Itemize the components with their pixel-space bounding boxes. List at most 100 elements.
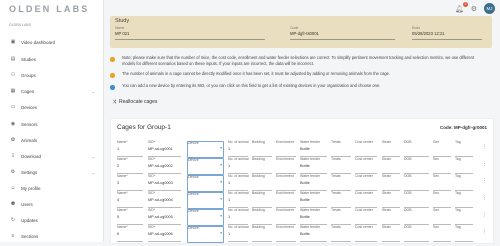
sidebar-item-updates[interactable]: ↻ Updates [0,215,103,225]
cage-bedding-field[interactable]: Bedding [252,191,272,208]
cage-treats-field[interactable]: Treats [331,225,351,242]
cage-sid-field[interactable]: SID* MP-sd-cg0004 [148,191,181,208]
more-options-icon[interactable]: ⋮ [482,195,487,201]
cage-treats-field[interactable]: Treats [331,157,351,174]
sidebar-item-devices[interactable]: ▭ Devices [0,102,103,112]
cage-water-field[interactable]: Water feeder Bottle [300,208,327,225]
cage-dob-field[interactable]: DOB [404,157,429,174]
cage-sex-field[interactable]: Sex [433,157,451,174]
cage-tag-field[interactable]: Tag [455,208,473,225]
cage-tag-field[interactable]: Tag [455,191,473,208]
cage-cost-field[interactable]: Cost center [355,140,377,157]
cage-sid-field[interactable]: SID* MP-sd-cg0006 [148,225,181,242]
cage-water-field[interactable]: Water feeder Bottle [300,140,327,157]
cage-sex-field[interactable]: Sex [433,174,451,191]
cage-water-field[interactable]: Water feeder Bottle [300,191,327,208]
cage-no-field[interactable]: No. of animal 1 [228,208,249,225]
cage-strain-field[interactable]: Strain [382,140,400,157]
more-options-icon[interactable]: ⋮ [482,144,487,150]
cage-cost-field[interactable]: Cost center [355,225,377,242]
cage-tag-field[interactable]: Tag [455,157,473,174]
cage-name-field[interactable]: Name* 5 [117,208,143,225]
cage-water-field[interactable]: Water feeder Bottle [300,225,327,242]
sidebar-item-sections[interactable]: ≡ Sections [0,231,103,241]
cage-treats-field[interactable]: Treats [331,208,351,225]
cage-enrich-field[interactable]: Enrichment [276,140,296,157]
cage-device-field[interactable]: Device ▾ [187,175,224,192]
cage-name-field[interactable]: Name* 3 [117,174,143,191]
cage-name-field[interactable]: Name* 2 [117,157,143,174]
cage-tag-field[interactable]: Tag [455,174,473,191]
sidebar-item-cages[interactable]: ▦ Cages ⌄ [0,86,103,96]
cage-sex-field[interactable]: Sex [433,225,451,242]
cage-sex-field[interactable]: Sex [433,191,451,208]
cage-dob-field[interactable]: DOB [404,225,429,242]
cage-cost-field[interactable]: Cost center [355,174,377,191]
cage-device-field[interactable]: Device ▾ [187,209,224,226]
sidebar-item-download[interactable]: ⇩ Download ⌄ [0,151,103,161]
cage-dob-field[interactable]: DOB [404,140,429,157]
cage-dob-field[interactable]: DOB [404,191,429,208]
cage-sid-field[interactable]: SID* MP-sd-cg0002 [148,157,181,174]
cage-no-field[interactable]: No. of animal 1 [228,225,249,242]
cage-tag-field[interactable]: Tag [455,225,473,242]
cage-sid-field[interactable]: SID* MP-sd-cg0005 [148,208,181,225]
cage-strain-field[interactable]: Strain [382,191,400,208]
cage-strain-field[interactable]: Strain [382,208,400,225]
cage-no-field[interactable]: No. of animal 1 [228,174,249,191]
cage-water-field[interactable]: Water feeder Bottle [300,174,327,191]
cage-tag-field[interactable]: Tag [455,140,473,157]
cage-dob-field[interactable]: DOB [404,174,429,191]
cage-strain-field[interactable]: Strain [382,157,400,174]
reallocate-cages-button[interactable]: ⤨ Reallocate cages [112,99,157,105]
avatar[interactable]: MJ [484,3,495,14]
cage-device-field[interactable]: Device ▾ [187,158,224,175]
cage-enrich-field[interactable]: Enrichment [276,157,296,174]
more-options-icon[interactable]: ⋮ [482,229,487,235]
cage-bedding-field[interactable]: Bedding [252,208,272,225]
more-options-icon[interactable]: ⋮ [482,161,487,167]
sidebar-item-animals[interactable]: ✿ Animals [0,135,103,145]
cage-name-field[interactable]: Name* 4 [117,191,143,208]
sidebar-item-studies[interactable]: ▤ Studies [0,54,103,64]
cage-bedding-field[interactable]: Bedding [252,225,272,242]
sidebar-item-my-profile[interactable]: ☺ My profile [0,183,103,193]
cage-treats-field[interactable]: Treats [331,191,351,208]
cage-no-field[interactable]: No. of animal 1 [228,157,249,174]
more-options-icon[interactable]: ⋮ [482,212,487,218]
cage-sid-field[interactable]: SID* MP-sd-cg0003 [148,174,181,191]
sidebar-item-sensors[interactable]: ◉ Sensors [0,119,103,129]
cage-no-field[interactable]: No. of animal 1 [228,191,249,208]
cage-treats-field[interactable]: Treats [331,174,351,191]
cage-bedding-field[interactable]: Bedding [252,157,272,174]
cage-treats-field[interactable]: Treats [331,140,351,157]
cage-device-field[interactable]: Device ▾ [187,226,224,243]
cage-sex-field[interactable]: Sex [433,208,451,225]
sidebar-item-users[interactable]: ⚉ Users [0,199,103,209]
cage-cost-field[interactable]: Cost center [355,157,377,174]
cage-bedding-field[interactable]: Bedding [252,174,272,191]
cage-dob-field[interactable]: DOB [404,208,429,225]
bell-icon[interactable]: 🔔︎ 2 [455,1,468,13]
cage-name-field[interactable]: Name* 1 [117,140,143,157]
cage-sex-field[interactable]: Sex [433,140,451,157]
cage-name-field[interactable]: Name* 6 [117,225,143,242]
cage-device-field[interactable]: Device ▾ [187,141,224,158]
cage-enrich-field[interactable]: Enrichment [276,225,296,242]
sidebar-item-video-dashboard[interactable]: ▣ Video dashboard [0,37,103,47]
cage-strain-field[interactable]: Strain [382,225,400,242]
cage-enrich-field[interactable]: Enrichment [276,191,296,208]
cage-no-field[interactable]: No. of animal 1 [228,140,249,157]
more-options-icon[interactable]: ⋮ [482,178,487,184]
sidebar-item-settings[interactable]: ⚙ Settings ⌄ [0,167,103,177]
cage-water-field[interactable]: Water feeder Bottle [300,157,327,174]
cage-cost-field[interactable]: Cost center [355,191,377,208]
cage-bedding-field[interactable]: Bedding [252,140,272,157]
cage-strain-field[interactable]: Strain [382,174,400,191]
cage-device-field[interactable]: Device ▾ [187,192,224,209]
cage-sid-field[interactable]: SID* MP-sd-cg0001 [148,140,181,157]
sidebar-item-groups[interactable]: ⚇ Groups [0,70,103,80]
cage-enrich-field[interactable]: Enrichment [276,208,296,225]
cage-cost-field[interactable]: Cost center [355,208,377,225]
gear-icon[interactable]: ⚙ [471,5,477,13]
